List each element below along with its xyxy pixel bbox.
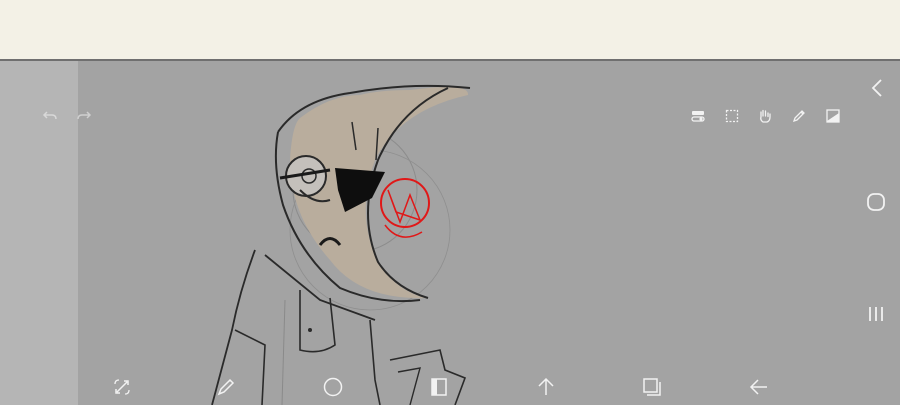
sketch-artwork [211,84,471,405]
selection-icon[interactable] [724,108,740,124]
layers-stack-icon[interactable] [641,376,663,398]
redo-icon[interactable] [76,108,92,124]
arrow-up-icon[interactable] [535,376,557,398]
top-app-bar [0,0,900,61]
undo-icon[interactable] [42,108,58,124]
circle-tool-icon[interactable] [322,376,344,398]
left-panel-strip [0,61,78,405]
image-adjust-icon[interactable] [825,108,841,124]
brush-icon[interactable] [215,376,237,398]
arrow-left-icon[interactable] [748,376,770,398]
system-nav-bar [865,61,900,405]
transform-icon[interactable] [111,376,133,398]
recents-icon[interactable] [866,305,886,323]
pen-icon[interactable] [791,108,807,124]
home-icon[interactable] [866,192,886,212]
layer-toggle-icon[interactable] [690,108,706,124]
back-icon[interactable] [868,78,886,98]
hand-icon[interactable] [757,108,773,124]
drawing-canvas[interactable] [78,61,865,405]
layers-panel-icon[interactable] [428,376,450,398]
